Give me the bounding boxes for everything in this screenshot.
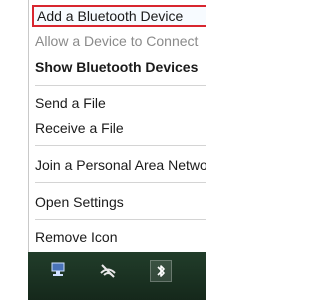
desktop-background	[0, 252, 28, 300]
menu-separator	[35, 85, 206, 86]
notification-tray	[28, 252, 206, 300]
menu-item-show-bluetooth-devices[interactable]: Show Bluetooth Devices	[35, 56, 198, 78]
network-tray-icon[interactable]	[48, 260, 68, 280]
menu-item-join-personal-area-network[interactable]: Join a Personal Area Network	[35, 154, 206, 176]
menu-item-receive-a-file[interactable]: Receive a File	[35, 117, 124, 139]
menu-item-remove-icon[interactable]: Remove Icon	[35, 226, 117, 248]
bluetooth-icon	[157, 265, 165, 277]
no-network-tray-icon[interactable]	[98, 260, 118, 280]
bluetooth-tray-icon[interactable]	[150, 260, 172, 282]
menu-item-open-settings[interactable]: Open Settings	[35, 191, 124, 213]
network-icon	[51, 262, 65, 276]
wifi-off-icon	[100, 264, 116, 278]
menu-separator	[35, 182, 206, 183]
menu-separator	[35, 145, 206, 146]
menu-separator	[35, 219, 206, 220]
menu-item-allow-device-to-connect: Allow a Device to Connect	[35, 33, 199, 49]
bluetooth-context-menu: Add a Bluetooth Device Allow a Device to…	[28, 0, 206, 252]
menu-item-add-bluetooth-device[interactable]: Add a Bluetooth Device	[32, 5, 206, 27]
menu-item-send-a-file[interactable]: Send a File	[35, 92, 106, 114]
screenshot-root: Add a Bluetooth Device Allow a Device to…	[0, 0, 206, 300]
